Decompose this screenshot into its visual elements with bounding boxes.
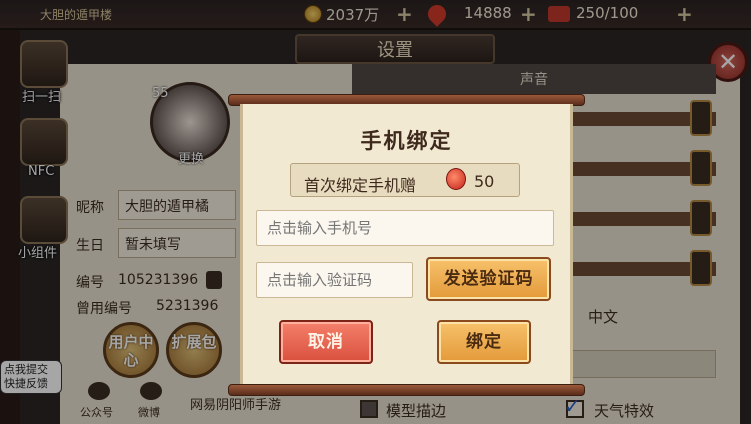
scroll-bottom-rod <box>228 384 585 396</box>
phone-input[interactable] <box>256 210 554 246</box>
reward-text: 首次绑定手机赠 <box>304 176 417 195</box>
cancel-button[interactable]: 取消 <box>279 320 373 364</box>
bind-button[interactable]: 绑定 <box>437 320 531 364</box>
dialog-title: 手机绑定 <box>360 129 453 153</box>
send-code-button[interactable]: 发送验证码 <box>426 257 551 301</box>
gem-icon <box>446 168 466 190</box>
reward-amount: 50 <box>474 172 495 191</box>
verification-code-input[interactable] <box>256 262 413 298</box>
